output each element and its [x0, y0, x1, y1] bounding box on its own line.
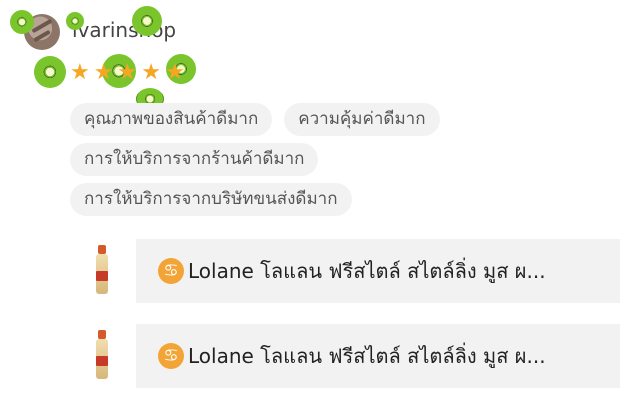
kiwi-sticker-icon — [34, 56, 66, 88]
tag-shipping-service: การให้บริการจากบริษัทขนส่งดีมาก — [70, 183, 352, 216]
product-item[interactable]: ♋ Lolane โลแลน ฟรีสไตล์ สไตล์ลิ่ง มูส ผ.… — [88, 324, 620, 388]
tag-quality: คุณภาพของสินค้าดีมาก — [70, 103, 273, 136]
tag-row: คุณภาพของสินค้าดีมาก ความคุ้มค่าดีมาก — [70, 103, 610, 136]
kiwi-sticker-icon — [66, 12, 84, 30]
product-link[interactable]: ♋ Lolane โลแลน ฟรีสไตล์ สไตล์ลิ่ง มูส ผ.… — [136, 239, 620, 303]
kiwi-sticker-icon — [10, 10, 34, 34]
review-tags: คุณภาพของสินค้าดีมาก ความคุ้มค่าดีมาก กา… — [70, 103, 610, 223]
star-rating: ★ ★ ★ ★ ★ — [70, 58, 185, 88]
cancer-zodiac-icon: ♋ — [158, 258, 184, 284]
review-header: ivarinshop — [18, 8, 618, 52]
star-icon: ★ — [117, 60, 138, 85]
product-thumbnail[interactable] — [94, 245, 110, 295]
product-link[interactable]: ♋ Lolane โลแลน ฟรีสไตล์ สไตล์ลิ่ง มูส ผ.… — [136, 324, 620, 388]
star-icon: ★ — [70, 60, 90, 85]
product-item[interactable]: ♋ Lolane โลแลน ฟรีสไตล์ สไตล์ลิ่ง มูส ผ.… — [88, 239, 620, 303]
product-title[interactable]: Lolane โลแลน ฟรีสไตล์ สไตล์ลิ่ง มูส ผ... — [188, 255, 546, 287]
star-icon: ★ — [141, 60, 161, 85]
star-icon: ★ — [93, 60, 114, 85]
kiwi-sticker-icon — [132, 6, 162, 36]
cancer-zodiac-icon: ♋ — [158, 343, 184, 369]
tag-row: การให้บริการจากร้านค้าดีมาก — [70, 143, 610, 176]
product-thumbnail[interactable] — [94, 330, 110, 380]
tag-row: การให้บริการจากบริษัทขนส่งดีมาก — [70, 183, 610, 216]
product-title[interactable]: Lolane โลแลน ฟรีสไตล์ สไตล์ลิ่ง มูส ผ... — [188, 340, 546, 372]
tag-value: ความคุ้มค่าดีมาก — [284, 103, 440, 136]
star-icon: ★ — [164, 60, 185, 85]
tag-shop-service: การให้บริการจากร้านค้าดีมาก — [70, 143, 319, 176]
